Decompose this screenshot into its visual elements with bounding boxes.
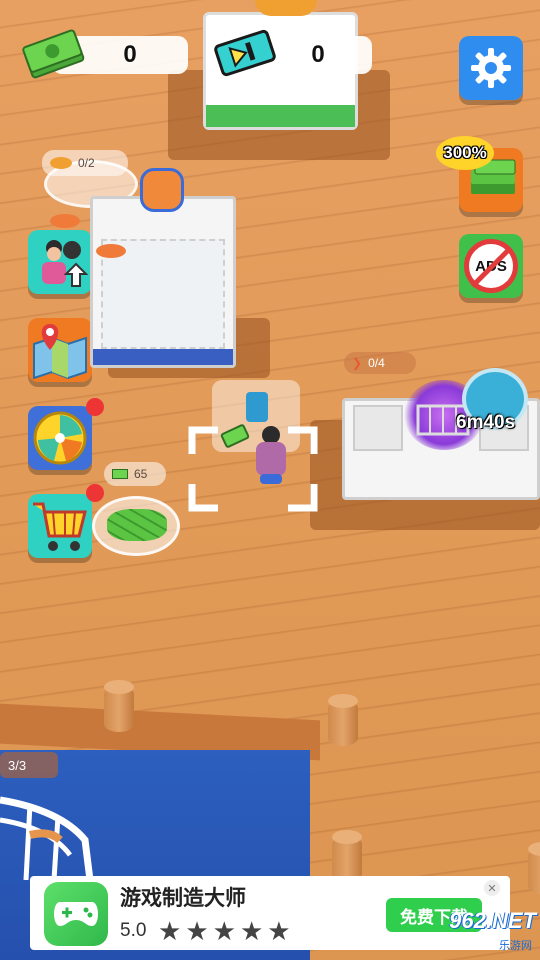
boat-capacity-tag: 3/3 (0, 752, 58, 778)
fish-tray-tag: 0/2 (42, 150, 128, 176)
star-icon: ★ (212, 916, 236, 946)
star-icon: ★ (239, 916, 264, 946)
ticket-icon (212, 26, 278, 80)
cash-pile-value: 65 (134, 467, 148, 481)
ad-close-icon[interactable]: ✕ (484, 880, 500, 896)
cash-pile-tag: 65 (104, 462, 166, 486)
gamepad-icon (54, 902, 98, 926)
ad-app-icon[interactable] (44, 882, 108, 946)
fish-icon (50, 157, 72, 169)
shrimp-icon (96, 244, 126, 258)
grill-tag: ❯ 0/4 (344, 352, 416, 374)
spin-wheel-icon (33, 411, 87, 465)
cash-value: 0 (123, 41, 137, 68)
shrimp-icon: ❯ (352, 356, 363, 370)
fish-sign-icon (255, 0, 317, 16)
fish-tray-count: 0/2 (78, 156, 95, 170)
ad-title: 游戏制造大师 (120, 887, 246, 910)
cash-stack-icon (20, 26, 86, 80)
watermark-logo: 962.NET (449, 908, 536, 933)
boost-label: 300% (443, 143, 487, 162)
fish-sign-icon (140, 168, 184, 212)
dock-post (104, 680, 134, 732)
ticket-value: 0 (311, 41, 325, 68)
cash-note-icon (112, 469, 128, 479)
prep-counter[interactable] (90, 196, 236, 368)
chef-upgrade-button[interactable] (28, 230, 92, 294)
shopping-cart-icon (33, 502, 87, 551)
ad-stars: ★ ★ ★ ★ ★ (158, 918, 291, 944)
dock-post (528, 842, 540, 894)
star-icon: ★ (185, 916, 209, 946)
shrimp-icon (50, 214, 80, 228)
star-icon: ★ (267, 916, 291, 946)
boat-capacity-text: 3/3 (8, 757, 27, 773)
dock-post (328, 694, 358, 746)
settings-button[interactable] (459, 36, 523, 100)
no-ads-icon: ADS (464, 239, 518, 293)
watermark-subtitle: 乐游网 (499, 940, 532, 952)
star-icon: ★ (158, 916, 182, 946)
chef-upgrade-icon (42, 240, 88, 287)
cooldown-timer: 6m40s (456, 412, 516, 433)
ad-rating: 5.0 (120, 920, 147, 941)
spin-wheel-button[interactable] (28, 406, 92, 470)
boat-railing (0, 796, 94, 880)
map-button[interactable] (28, 318, 92, 382)
boost-badge: 300% (436, 136, 494, 170)
grill-count: 0/4 (368, 356, 385, 370)
shop-notification-dot (86, 484, 104, 502)
gear-icon (471, 48, 511, 88)
no-ads-button[interactable]: ADS (459, 234, 523, 298)
ad-banner[interactable]: 游戏制造大师 5.0 ★ ★ ★ ★ ★ 免费下载 ✕ (30, 876, 510, 950)
cash-pile-plate[interactable] (92, 496, 180, 556)
player-character (254, 426, 288, 484)
map-pin-icon (33, 324, 87, 380)
shop-button[interactable] (28, 494, 92, 558)
spin-notification-dot (86, 398, 104, 416)
